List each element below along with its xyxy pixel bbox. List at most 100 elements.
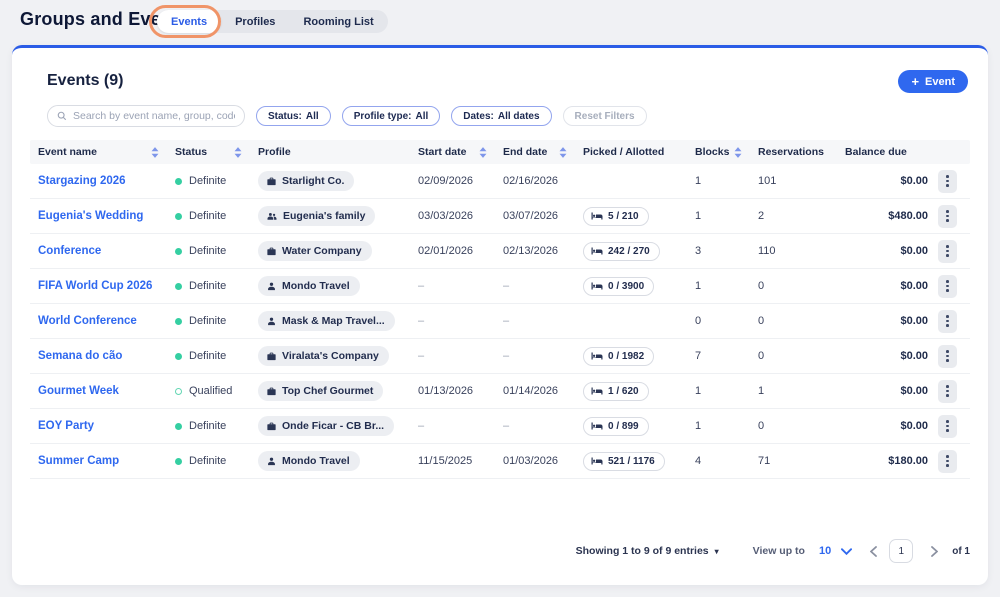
picked-allotted-value: 1 / 620 bbox=[608, 386, 639, 397]
status-label: Definite bbox=[189, 350, 226, 362]
column-header[interactable]: Start date bbox=[418, 140, 503, 164]
table-row: Semana do cão Definite Viralata's Compan… bbox=[30, 339, 970, 374]
profile-chip[interactable]: Starlight Co. bbox=[258, 171, 354, 191]
row-actions-button[interactable] bbox=[938, 345, 957, 368]
column-header[interactable]: Status bbox=[175, 140, 258, 164]
next-page-button[interactable] bbox=[929, 544, 940, 559]
profile-name: Mondo Travel bbox=[282, 455, 350, 467]
profile-chip[interactable]: Mask & Map Travel... bbox=[258, 311, 395, 331]
column-header-label: Balance due bbox=[845, 146, 907, 158]
column-header[interactable]: Picked / Allotted bbox=[583, 140, 695, 164]
filter-dates-value: All dates bbox=[498, 111, 540, 122]
row-actions-button[interactable] bbox=[938, 380, 957, 403]
table-row: Summer Camp Definite Mondo Travel 11/15/… bbox=[30, 444, 970, 479]
column-header-label: Blocks bbox=[695, 146, 729, 158]
event-name-link[interactable]: Conference bbox=[38, 245, 101, 257]
picked-allotted-value: 5 / 210 bbox=[608, 211, 639, 222]
end-date: – bbox=[503, 420, 583, 432]
picked-allotted-chip: 5 / 210 bbox=[583, 207, 649, 226]
search-input[interactable] bbox=[73, 110, 235, 122]
kebab-icon bbox=[946, 210, 949, 222]
reset-filters-button[interactable]: Reset Filters bbox=[563, 106, 647, 126]
column-header-label: Reservations bbox=[758, 146, 824, 158]
event-name-link[interactable]: World Conference bbox=[38, 315, 137, 327]
sort-arrows-icon[interactable] bbox=[559, 147, 567, 158]
sort-arrows-icon[interactable] bbox=[479, 147, 487, 158]
picked-allotted-value: 242 / 270 bbox=[608, 246, 650, 257]
tab-bar: Events Profiles Rooming List bbox=[157, 10, 388, 33]
bed-icon bbox=[591, 351, 603, 361]
search-box[interactable] bbox=[47, 105, 245, 127]
kebab-icon bbox=[946, 420, 949, 432]
status-label: Definite bbox=[189, 175, 226, 187]
row-actions-button[interactable] bbox=[938, 205, 957, 228]
status-label: Qualified bbox=[189, 385, 232, 397]
bed-icon bbox=[591, 421, 603, 431]
tab-events[interactable]: Events bbox=[157, 10, 221, 33]
showing-entries-dropdown[interactable]: Showing 1 to 9 of 9 entries ▾ bbox=[576, 545, 719, 557]
profile-chip[interactable]: Viralata's Company bbox=[258, 346, 389, 366]
end-date: – bbox=[503, 315, 583, 327]
filter-status[interactable]: Status:All bbox=[256, 106, 331, 126]
profile-chip[interactable]: Mondo Travel bbox=[258, 276, 360, 296]
tab-rooming-list[interactable]: Rooming List bbox=[289, 10, 387, 33]
balance-due-value: $0.00 bbox=[845, 385, 938, 397]
column-header-label: Event name bbox=[38, 146, 97, 158]
column-header[interactable]: Blocks bbox=[695, 140, 758, 164]
row-actions-button[interactable] bbox=[938, 240, 957, 263]
balance-due-value: $0.00 bbox=[845, 420, 938, 432]
column-header[interactable]: Event name bbox=[30, 140, 175, 164]
reservations-value: 101 bbox=[758, 175, 845, 187]
picked-allotted-chip: 521 / 1176 bbox=[583, 452, 665, 471]
table-row: World Conference Definite Mask & Map Tra… bbox=[30, 304, 970, 339]
start-date: – bbox=[418, 350, 503, 362]
row-actions-button[interactable] bbox=[938, 450, 957, 473]
picked-allotted-value: 0 / 3900 bbox=[608, 281, 644, 292]
column-header[interactable]: Reservations bbox=[758, 140, 845, 164]
caret-down-icon: ▾ bbox=[715, 547, 719, 556]
blocks-value: 1 bbox=[695, 210, 758, 222]
filter-profile-type[interactable]: Profile type:All bbox=[342, 106, 441, 126]
row-actions-button[interactable] bbox=[938, 170, 957, 193]
sort-arrows-icon[interactable] bbox=[734, 147, 742, 158]
profile-chip[interactable]: Mondo Travel bbox=[258, 451, 360, 471]
filter-dates[interactable]: Dates:All dates bbox=[451, 106, 551, 126]
event-name-link[interactable]: Eugenia's Wedding bbox=[38, 210, 143, 222]
column-header[interactable]: Balance due bbox=[845, 140, 938, 164]
add-event-button[interactable]: + Event bbox=[898, 70, 968, 93]
row-actions-button[interactable] bbox=[938, 415, 957, 438]
tab-profiles[interactable]: Profiles bbox=[221, 10, 289, 33]
profile-chip[interactable]: Water Company bbox=[258, 241, 372, 261]
event-name-link[interactable]: EOY Party bbox=[38, 420, 94, 432]
event-name-link[interactable]: Stargazing 2026 bbox=[38, 175, 126, 187]
event-name-link[interactable]: Summer Camp bbox=[38, 455, 119, 467]
current-page-input[interactable]: 1 bbox=[889, 539, 913, 563]
sort-arrows-icon[interactable] bbox=[234, 147, 242, 158]
row-actions-button[interactable] bbox=[938, 275, 957, 298]
prev-page-button[interactable] bbox=[868, 544, 879, 559]
row-actions-button[interactable] bbox=[938, 310, 957, 333]
briefcase-icon bbox=[266, 246, 277, 257]
event-name-link[interactable]: FIFA World Cup 2026 bbox=[38, 280, 152, 292]
column-header[interactable]: Profile bbox=[258, 140, 418, 164]
column-header[interactable]: End date bbox=[503, 140, 583, 164]
page-size-chevron-icon[interactable] bbox=[841, 548, 852, 555]
end-date: 01/14/2026 bbox=[503, 385, 583, 397]
event-name-link[interactable]: Semana do cão bbox=[38, 350, 122, 362]
event-name-link[interactable]: Gourmet Week bbox=[38, 385, 119, 397]
sort-arrows-icon[interactable] bbox=[151, 147, 159, 158]
reservations-value: 110 bbox=[758, 245, 845, 257]
start-date: 03/03/2026 bbox=[418, 210, 503, 222]
profile-chip[interactable]: Top Chef Gourmet bbox=[258, 381, 383, 401]
profile-chip[interactable]: Eugenia's family bbox=[258, 206, 375, 226]
page-size-value[interactable]: 10 bbox=[819, 545, 831, 557]
briefcase-icon bbox=[266, 386, 277, 397]
column-header-actions bbox=[938, 140, 970, 164]
end-date: – bbox=[503, 350, 583, 362]
balance-due-value: $0.00 bbox=[845, 245, 938, 257]
status-dot-icon bbox=[175, 283, 182, 290]
profile-chip[interactable]: Onde Ficar - CB Br... bbox=[258, 416, 394, 436]
balance-due-value: $0.00 bbox=[845, 350, 938, 362]
kebab-icon bbox=[946, 350, 949, 362]
status-dot-icon bbox=[175, 318, 182, 325]
